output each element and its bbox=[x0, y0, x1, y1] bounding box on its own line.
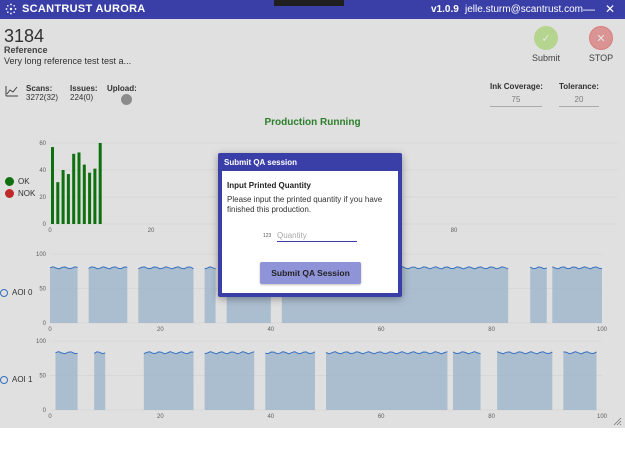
submit-qa-dialog: Submit QA session Input Printed Quantity… bbox=[218, 153, 402, 297]
number-input-icon: 123 bbox=[263, 233, 272, 239]
resize-grip-icon[interactable] bbox=[612, 416, 622, 426]
quantity-input[interactable] bbox=[277, 229, 357, 242]
dialog-body: Input Printed Quantity Please input the … bbox=[222, 171, 398, 293]
dialog-description: Please input the printed quantity if you… bbox=[227, 195, 383, 214]
dialog-title: Submit QA session bbox=[224, 158, 298, 167]
dialog-heading: Input Printed Quantity bbox=[227, 181, 311, 190]
submit-qa-session-button[interactable]: Submit QA Session bbox=[260, 262, 361, 284]
